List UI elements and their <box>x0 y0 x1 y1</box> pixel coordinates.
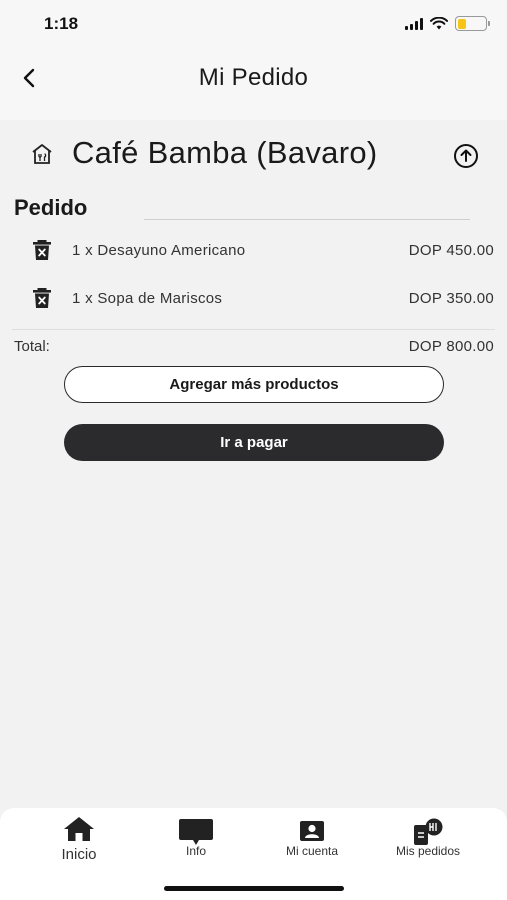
order-item-name: 1 x Desayuno Americano <box>72 242 246 259</box>
tab-label: Mis pedidos <box>395 844 461 858</box>
battery-icon <box>455 16 490 31</box>
section-divider <box>144 219 470 220</box>
battery-level <box>457 18 466 29</box>
home-indicator <box>164 886 344 891</box>
page-title: Mi Pedido <box>198 64 309 91</box>
checkout-button[interactable]: Ir a pagar <box>64 424 444 461</box>
order-item-row: 1 x Sopa de Mariscos DOP 350.00 <box>0 285 507 315</box>
tab-label: Info <box>185 844 206 858</box>
order-item-name: 1 x Sopa de Mariscos <box>72 290 223 307</box>
trash-icon[interactable] <box>32 239 52 261</box>
status-time: 1:18 <box>44 14 79 33</box>
orders-icon <box>414 818 443 845</box>
total-label: Total: <box>14 338 50 355</box>
arrow-up-circle-icon[interactable] <box>452 142 480 170</box>
store-header: Café Bamba (Bavaro) <box>0 130 507 180</box>
order-section-title: Pedido <box>14 195 88 220</box>
add-more-products-button[interactable]: Agregar más productos <box>64 366 444 403</box>
tab-inicio[interactable]: Inicio <box>16 808 142 878</box>
cellular-signal-icon <box>405 17 423 30</box>
status-bar: 1:18 <box>0 0 507 50</box>
storefront-icon <box>32 144 52 164</box>
nav-bar: Mi Pedido <box>0 50 507 120</box>
trash-icon[interactable] <box>32 287 52 309</box>
store-name: Café Bamba (Bavaro) <box>72 135 378 170</box>
tab-mis-pedidos[interactable]: Mis pedidos <box>365 808 491 878</box>
tab-label: Mi cuenta <box>285 844 339 858</box>
total-divider <box>12 329 495 330</box>
order-item-price: DOP 350.00 <box>408 290 494 307</box>
tab-mi-cuenta[interactable]: Mi cuenta <box>249 808 375 878</box>
order-item-price: DOP 450.00 <box>408 242 494 259</box>
total-value: DOP 800.00 <box>408 338 494 355</box>
tab-info[interactable]: Info <box>133 808 259 878</box>
tab-label: Inicio <box>61 846 97 863</box>
status-icons <box>405 16 490 31</box>
wifi-icon <box>430 17 448 30</box>
home-icon <box>64 817 94 841</box>
account-icon <box>300 821 324 841</box>
order-item-row: 1 x Desayuno Americano DOP 450.00 <box>0 237 507 267</box>
